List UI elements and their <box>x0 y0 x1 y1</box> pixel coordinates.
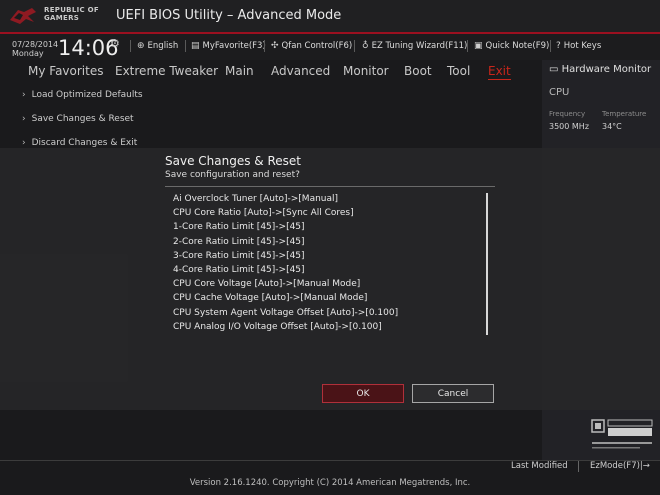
frequency-value: 3500 MHz <box>549 122 590 131</box>
list-item: CPU Core Ratio [Auto]->[Sync All Cores] <box>173 208 354 219</box>
tab-extreme-tweaker[interactable]: Extreme Tweaker <box>115 64 218 78</box>
dialog-title: Save Changes & Reset <box>165 154 301 168</box>
tab-my-favorites[interactable]: My Favorites <box>28 64 103 78</box>
separator <box>185 40 186 52</box>
brand-line-2: GAMERS <box>44 14 80 22</box>
list-item: CPU Analog I/O Voltage Offset [Auto]->[0… <box>173 321 382 332</box>
option-label: Load Optimized Defaults <box>31 90 143 100</box>
quick-note-button[interactable]: ▣ Quick Note(F9) <box>474 41 549 51</box>
option-discard-changes-exit[interactable]: › Discard Changes & Exit <box>22 138 137 148</box>
tab-advanced[interactable]: Advanced <box>271 64 330 78</box>
gear-icon[interactable]: ⚙ <box>110 37 120 50</box>
qfan-control-label: Qfan Control(F6) <box>281 41 353 51</box>
note-icon: ▣ <box>474 41 483 51</box>
cpu-section-title: CPU <box>549 87 570 98</box>
watermark-logo-icon <box>591 419 653 449</box>
ez-tuning-wizard-button[interactable]: ♁ EZ Tuning Wizard(F11) <box>362 41 467 51</box>
option-label: Discard Changes & Exit <box>31 138 138 148</box>
temperature-label: Temperature <box>602 110 647 118</box>
tab-monitor[interactable]: Monitor <box>343 64 389 78</box>
list-item: 1-Core Ratio Limit [45]->[45] <box>173 222 305 233</box>
brand-line-1: REPUBLIC OF <box>44 6 99 14</box>
chevron-right-icon: › <box>22 114 26 124</box>
qfan-control-button[interactable]: ✣ Qfan Control(F6) <box>271 41 352 51</box>
list-item: 4-Core Ratio Limit [45]->[45] <box>173 264 305 275</box>
hot-keys-button[interactable]: ? Hot Keys <box>556 41 601 51</box>
list-item: CPU Core Voltage [Auto]->[Manual Mode] <box>173 279 361 290</box>
dialog-subtitle: Save configuration and reset? <box>165 170 300 180</box>
quick-note-label: Quick Note(F9) <box>485 41 550 51</box>
separator <box>264 40 265 52</box>
hardware-monitor-title: ▭ Hardware Monitor <box>549 64 651 75</box>
list-item: Ai Overclock Tuner [Auto]->[Manual] <box>173 194 339 204</box>
separator <box>130 40 131 52</box>
rog-logo-icon <box>10 8 36 24</box>
tab-boot[interactable]: Boot <box>404 64 432 78</box>
temperature-value: 34°C <box>602 122 622 131</box>
hotkeys-icon: ? <box>556 41 561 51</box>
fan-icon: ✣ <box>271 41 279 51</box>
cancel-button[interactable]: Cancel <box>412 384 494 403</box>
frequency-label: Frequency <box>549 110 586 118</box>
globe-icon: ⊕ <box>137 41 145 51</box>
version-text: Version 2.16.1240. Copyright (C) 2014 Am… <box>189 478 471 488</box>
language-button[interactable]: ⊕ English <box>137 41 178 51</box>
app-title: UEFI BIOS Utility – Advanced Mode <box>116 8 342 23</box>
dialog-divider <box>165 186 495 187</box>
tab-exit[interactable]: Exit <box>488 64 511 80</box>
chevron-right-icon: › <box>22 90 26 100</box>
option-save-changes-reset[interactable]: › Save Changes & Reset <box>22 114 134 124</box>
list-item: CPU Cache Voltage [Auto]->[Manual Mode] <box>173 293 368 304</box>
date-text: 07/28/2014 <box>12 40 59 49</box>
tab-tool[interactable]: Tool <box>447 64 470 78</box>
language-label: English <box>147 41 179 51</box>
separator <box>467 40 468 52</box>
chevron-right-icon: › <box>22 138 26 148</box>
hot-keys-label: Hot Keys <box>563 41 602 51</box>
last-modified-button[interactable]: Last Modified <box>511 461 568 471</box>
option-load-optimized-defaults[interactable]: › Load Optimized Defaults <box>22 90 143 100</box>
myfavorite-label: MyFavorite(F3) <box>202 41 266 51</box>
tab-main[interactable]: Main <box>225 64 254 78</box>
separator <box>550 40 551 52</box>
monitor-icon: ▭ <box>549 64 559 75</box>
changes-scrollbar[interactable] <box>486 193 488 335</box>
bulb-icon: ♁ <box>362 41 369 51</box>
list-item: 2-Core Ratio Limit [45]->[45] <box>173 236 305 247</box>
list-item: 3-Core Ratio Limit [45]->[45] <box>173 250 305 261</box>
ezmode-button[interactable]: EzMode(F7)|→ <box>590 461 650 471</box>
option-label: Save Changes & Reset <box>31 114 134 124</box>
changes-list: Ai Overclock Tuner [Auto]->[Manual] CPU … <box>173 192 483 334</box>
list-item: CPU System Agent Voltage Offset [Auto]->… <box>173 307 399 318</box>
separator <box>354 40 355 52</box>
separator <box>578 461 579 472</box>
favorite-icon: ▤ <box>191 41 200 51</box>
day-text: Monday <box>12 49 44 58</box>
ok-button[interactable]: OK <box>322 384 404 403</box>
brand-name: REPUBLIC OF GAMERS <box>44 6 99 22</box>
ez-tuning-wizard-label: EZ Tuning Wizard(F11) <box>371 41 468 51</box>
myfavorite-button[interactable]: ▤ MyFavorite(F3) <box>191 41 266 51</box>
hardware-monitor-label: Hardware Monitor <box>561 64 652 75</box>
